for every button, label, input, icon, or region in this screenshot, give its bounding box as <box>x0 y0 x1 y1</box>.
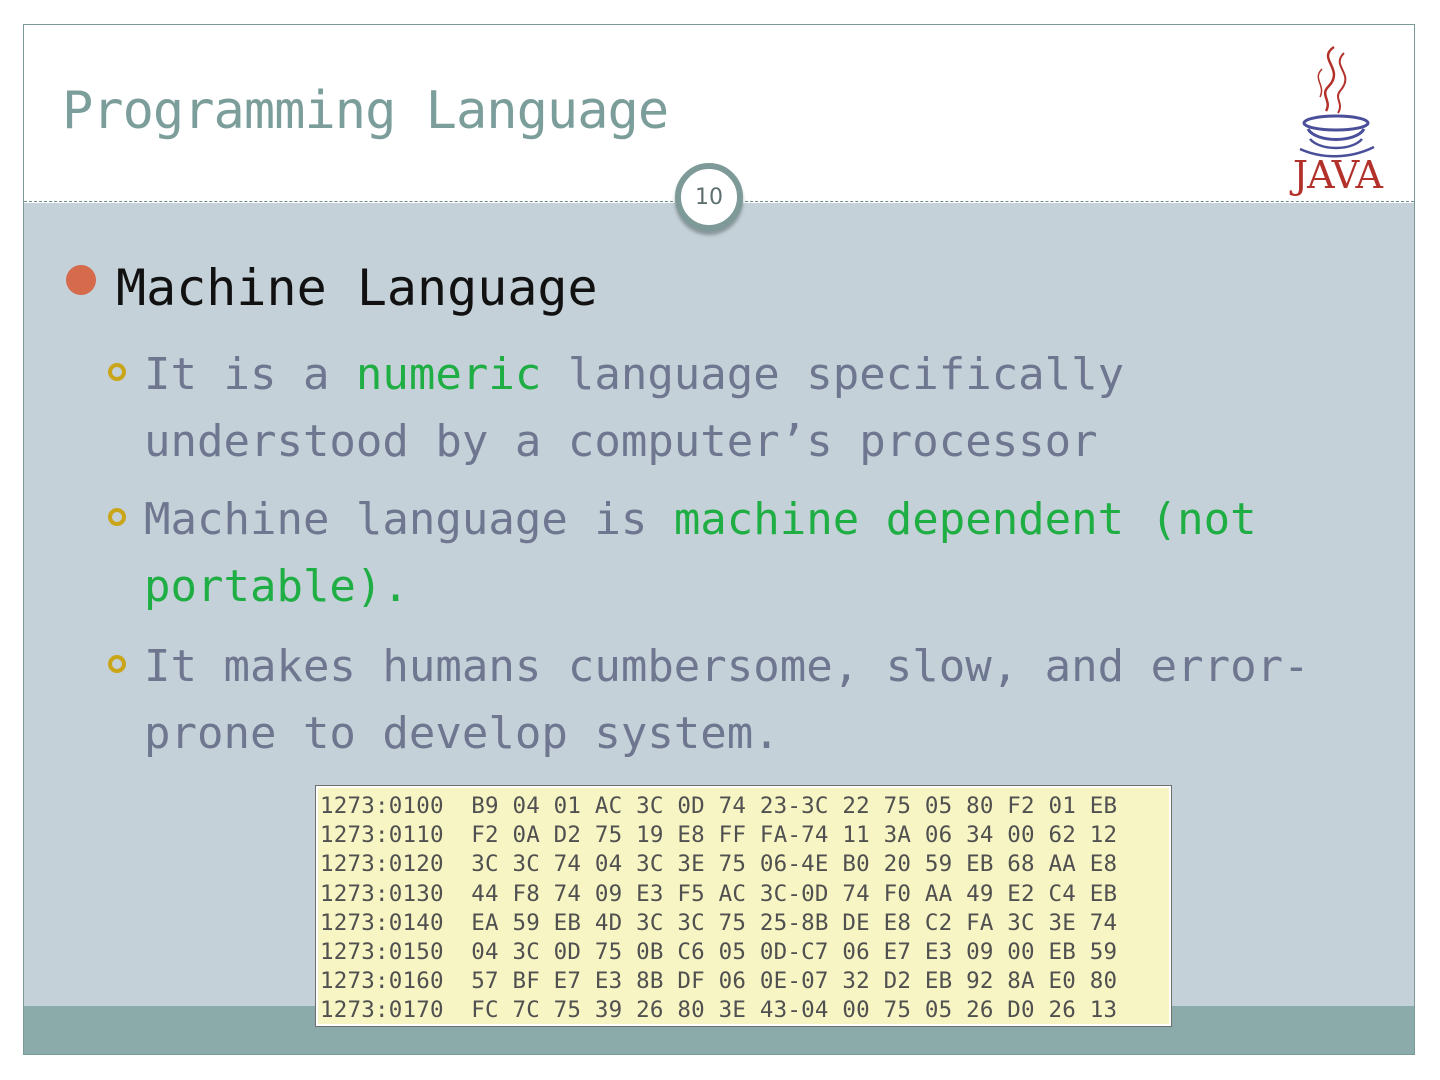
slide-title: Programming Language <box>62 81 669 141</box>
sub-bullet-text: Machine language is machine dependent (n… <box>144 494 1257 612</box>
hex-dump-image: 1273:0100 B9 04 01 AC 3C 0D 74 23-3C 22 … <box>315 785 1172 1027</box>
highlight-text: numeric <box>355 349 542 400</box>
sub-bullet-1: It is a numeric language specifically un… <box>108 341 1344 475</box>
main-bullet: Machine Language <box>66 257 598 319</box>
hex-row: 1273:0120 3C 3C 74 04 3C 3E 75 06-4E B0 … <box>320 851 1118 878</box>
hex-row: 1273:0170 FC 7C 75 39 26 80 3E 43-04 00 … <box>320 997 1118 1024</box>
sub-bullet-2: Machine language is machine dependent (n… <box>108 486 1344 620</box>
bullet-ring-icon <box>108 363 126 381</box>
main-bullet-text: Machine Language <box>116 259 598 317</box>
page-number: 10 <box>695 184 723 210</box>
sub-bullet-3: It makes humans cumbersome, slow, and er… <box>108 633 1344 767</box>
hex-row: 1273:0130 44 F8 74 09 E3 F5 AC 3C-0D 74 … <box>320 880 1118 907</box>
hex-row: 1273:0150 04 3C 0D 75 0B C6 05 0D-C7 06 … <box>320 939 1118 966</box>
bullet-ring-icon <box>108 655 126 673</box>
sub-bullet-text: It is a numeric language specifically un… <box>144 349 1125 467</box>
hex-row: 1273:0110 F2 0A D2 75 19 E8 FF FA-74 11 … <box>320 822 1118 849</box>
slide: Programming Language JAVA 10 Machine Lan… <box>23 24 1415 1055</box>
hex-row: 1273:0100 B9 04 01 AC 3C 0D 74 23-3C 22 … <box>320 793 1118 819</box>
sub-bullet-text: It makes humans cumbersome, slow, and er… <box>144 641 1310 759</box>
java-logo-text: JAVA <box>1292 153 1383 197</box>
hex-row: 1273:0140 EA 59 EB 4D 3C 3C 75 25-8B DE … <box>320 909 1118 936</box>
bullet-dot-icon <box>66 265 96 295</box>
hex-row: 1273:0160 57 BF E7 E3 8B DF 06 0E-07 32 … <box>320 968 1118 995</box>
bullet-ring-icon <box>108 508 126 526</box>
page-number-badge: 10 <box>675 163 743 231</box>
steam-icon <box>1323 45 1336 112</box>
